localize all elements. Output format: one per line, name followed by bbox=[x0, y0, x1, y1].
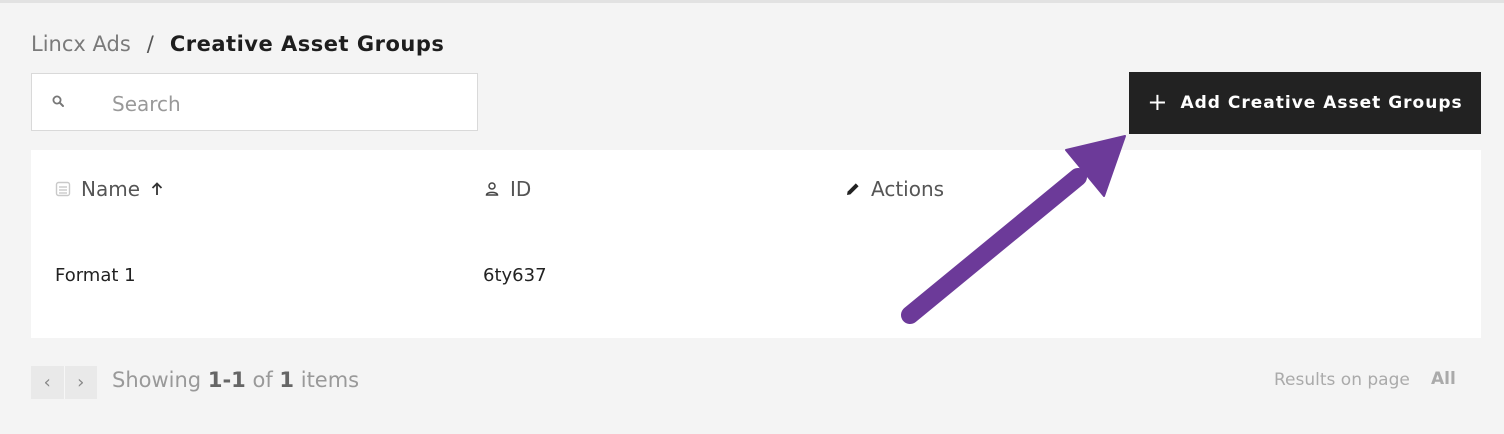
total-count: 1 bbox=[279, 368, 295, 392]
breadcrumb-separator: / bbox=[146, 32, 154, 56]
table-row[interactable]: Format 1 6ty637 bbox=[31, 250, 1481, 306]
breadcrumb-parent-link[interactable]: Lincx Ads bbox=[31, 32, 131, 56]
sort-ascending-icon[interactable] bbox=[150, 181, 164, 197]
cell-name: Format 1 bbox=[55, 265, 136, 286]
user-icon bbox=[485, 182, 499, 196]
range-end: 1 bbox=[231, 368, 246, 392]
pagination-summary: Showing 1-1 of 1 items bbox=[112, 368, 359, 392]
plus-icon: + bbox=[1147, 88, 1169, 116]
column-header-name[interactable]: Name bbox=[55, 175, 164, 203]
previous-page-button[interactable]: ‹ bbox=[31, 366, 64, 399]
pencil-icon bbox=[847, 183, 859, 195]
column-header-id-label: ID bbox=[510, 177, 532, 201]
next-page-button[interactable]: › bbox=[63, 366, 98, 399]
column-header-name-label: Name bbox=[81, 177, 141, 201]
of-word: of bbox=[252, 368, 273, 392]
add-button-label: Add Creative Asset Groups bbox=[1180, 93, 1463, 113]
table-icon bbox=[55, 181, 71, 197]
page-title: Creative Asset Groups bbox=[169, 32, 445, 56]
range-start: 1 bbox=[207, 368, 223, 392]
search-box[interactable] bbox=[31, 73, 478, 131]
search-input[interactable] bbox=[110, 88, 464, 120]
results-on-page-all-option[interactable]: All bbox=[1431, 369, 1456, 389]
column-header-actions: Actions bbox=[845, 175, 944, 203]
cell-id: 6ty637 bbox=[483, 265, 547, 286]
column-header-actions-label: Actions bbox=[871, 177, 945, 201]
data-table: Name ID Actions Format 1 6ty637 bbox=[31, 150, 1481, 338]
showing-prefix: Showing bbox=[112, 368, 202, 392]
items-word: items bbox=[300, 368, 360, 392]
search-icon bbox=[52, 95, 64, 107]
column-header-id[interactable]: ID bbox=[484, 175, 531, 203]
top-divider bbox=[0, 0, 1504, 3]
results-on-page-label: Results on page bbox=[1274, 370, 1410, 390]
add-creative-asset-groups-button[interactable]: + Add Creative Asset Groups bbox=[1129, 72, 1481, 134]
pagination-controls: ‹ › bbox=[31, 366, 97, 399]
breadcrumb: Lincx Ads / Creative Asset Groups bbox=[31, 30, 444, 58]
range-separator: - bbox=[222, 368, 232, 392]
